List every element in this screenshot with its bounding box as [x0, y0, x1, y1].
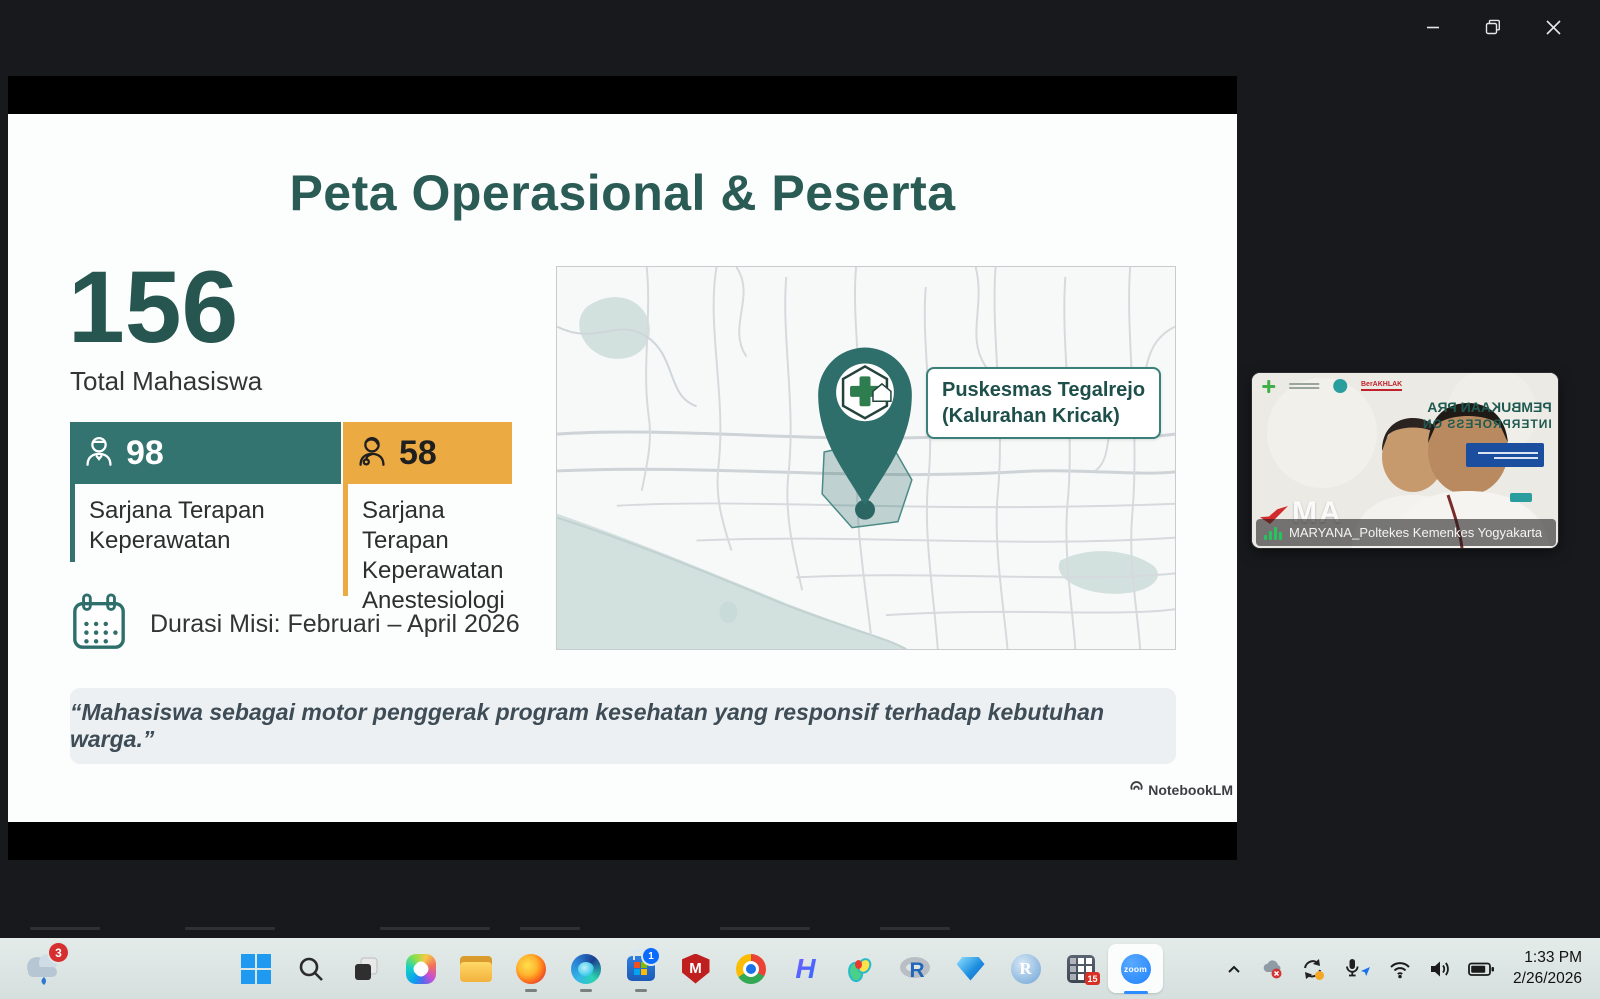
notebooklm-watermark: NotebookLM [1129, 780, 1233, 800]
app-grid-button[interactable]: 15 [1053, 944, 1108, 993]
volume-status[interactable] [1420, 949, 1460, 989]
mcafee-icon: M [682, 954, 710, 984]
weather-badge: 3 [49, 943, 68, 962]
slide-letterbox-top [8, 76, 1237, 114]
task-view-button[interactable] [338, 944, 393, 993]
chevron-up-icon [1224, 959, 1244, 979]
program-2-name: Sarjana Terapan Keperawatan Anestesiolog… [343, 484, 522, 596]
battery-icon [1468, 959, 1495, 979]
calendar-icon [70, 592, 128, 657]
berakhlak-logo: BerAKHLAK [1361, 381, 1402, 391]
edge-button[interactable] [558, 944, 613, 993]
microsoft-store-button[interactable]: 1 [613, 944, 668, 993]
start-button[interactable] [228, 944, 283, 993]
close-button[interactable] [1536, 10, 1570, 44]
mission-duration: Durasi Misi: Februari – April 2026 [70, 592, 520, 657]
zoom-app-button[interactable]: zoom [1108, 944, 1163, 993]
taskbar-icons: 1 M H R R [228, 944, 1163, 993]
microphone-location-icon [1342, 957, 1372, 981]
clock-time: 1:33 PM [1513, 948, 1582, 968]
health-plus-logo [1262, 380, 1275, 393]
microphone-status[interactable] [1334, 949, 1380, 989]
quote-box: “Mahasiswa sebagai motor penggerak progr… [70, 688, 1176, 764]
search-icon [297, 955, 325, 983]
wifi-status[interactable] [1380, 949, 1420, 989]
participant-name: MARYANA_Poltekes Kemenkes Yogyakarta [1289, 525, 1542, 540]
operational-map: Puskesmas Tegalrejo (Kalurahan Kricak) [556, 266, 1176, 650]
app-grid-badge: 15 [1085, 972, 1100, 985]
total-students-label: Total Mahasiswa [70, 366, 262, 397]
audio-level-icon [1264, 526, 1282, 540]
doctor-icon [357, 435, 387, 472]
nurse-icon [84, 435, 114, 472]
weather-widget[interactable]: 3 [20, 945, 70, 993]
presentation-slide: Peta Operasional & Peserta 156 Total Mah… [8, 114, 1237, 822]
minimize-button[interactable] [1416, 10, 1450, 44]
windows-icon [241, 954, 271, 984]
program-2-count: 58 [399, 434, 437, 473]
r-language-button[interactable]: R [888, 944, 943, 993]
zoom-icon: zoom [1121, 954, 1151, 984]
search-button[interactable] [283, 944, 338, 993]
chrome-icon [736, 954, 766, 984]
copilot-button[interactable] [393, 944, 448, 993]
file-explorer-button[interactable] [448, 944, 503, 993]
window-controls [1416, 10, 1570, 44]
taskbar: 3 [0, 938, 1600, 999]
clock-date: 2/26/2026 [1513, 969, 1582, 989]
system-tray: 1:33 PM 2/26/2026 [1216, 938, 1600, 999]
round-logo [1333, 379, 1347, 393]
desktop: Peta Operasional & Peserta 156 Total Mah… [0, 0, 1600, 999]
rstudio-button[interactable]: R [998, 944, 1053, 993]
participant-name-bar: MARYANA_Poltekes Kemenkes Yogyakarta [1256, 519, 1556, 546]
quote-text: “Mahasiswa sebagai motor penggerak progr… [70, 699, 1176, 753]
rstudio-icon: R [1011, 954, 1041, 984]
h-logo-icon: H [795, 953, 815, 985]
mission-duration-text: Durasi Misi: Februari – April 2026 [150, 610, 520, 639]
gis-heatmap-button[interactable] [833, 944, 888, 993]
background-window-remnant [0, 924, 1600, 934]
onedrive-status[interactable] [1252, 949, 1292, 989]
speaker-icon [1428, 958, 1452, 980]
firefox-icon [516, 954, 546, 984]
program-1-name: Sarjana Terapan Keperawatan [70, 484, 341, 562]
notebooklm-icon [1129, 780, 1144, 800]
program-1-count: 98 [126, 434, 164, 473]
diamond-app-button[interactable] [943, 944, 998, 993]
wifi-icon [1388, 958, 1412, 980]
store-badge: 1 [643, 948, 659, 964]
shared-screen: Peta Operasional & Peserta 156 Total Mah… [8, 76, 1237, 860]
sync-status[interactable] [1292, 949, 1334, 989]
chrome-button[interactable] [723, 944, 778, 993]
heatmap-icon [846, 954, 876, 984]
program-1-header: 98 [70, 422, 341, 484]
h-app-button[interactable]: H [778, 944, 833, 993]
r-language-icon: R [900, 956, 932, 982]
taskbar-clock[interactable]: 1:33 PM 2/26/2026 [1503, 948, 1600, 988]
diamond-icon [957, 957, 985, 981]
banner-title: PEMBUKAAN PRA INTERPROFESS ON [1422, 399, 1552, 432]
text-logo [1289, 383, 1319, 389]
sync-icon [1300, 957, 1326, 981]
slide-title: Peta Operasional & Peserta [8, 164, 1237, 222]
hidden-icons-button[interactable] [1216, 949, 1252, 989]
total-students-value: 156 [68, 256, 238, 358]
map-pin-label: Puskesmas Tegalrejo (Kalurahan Kricak) [926, 367, 1161, 439]
battery-status[interactable] [1460, 949, 1503, 989]
banner-logos: BerAKHLAK [1262, 379, 1402, 393]
restore-button[interactable] [1476, 10, 1510, 44]
mcafee-button[interactable]: M [668, 944, 723, 993]
map-graphic [557, 267, 1175, 649]
participant-video-tile[interactable]: BerAKHLAK PEMBUKAAN PRA INTERPROFESS ON … [1252, 373, 1558, 548]
task-view-icon [352, 955, 380, 983]
copilot-icon [406, 954, 436, 984]
edge-icon [571, 954, 601, 984]
slide-letterbox-bottom [8, 822, 1237, 860]
banner-info-box [1466, 443, 1544, 467]
firefox-button[interactable] [503, 944, 558, 993]
onedrive-error-icon [1260, 958, 1284, 980]
folder-icon [460, 956, 492, 982]
program-2-header: 58 [343, 422, 512, 484]
